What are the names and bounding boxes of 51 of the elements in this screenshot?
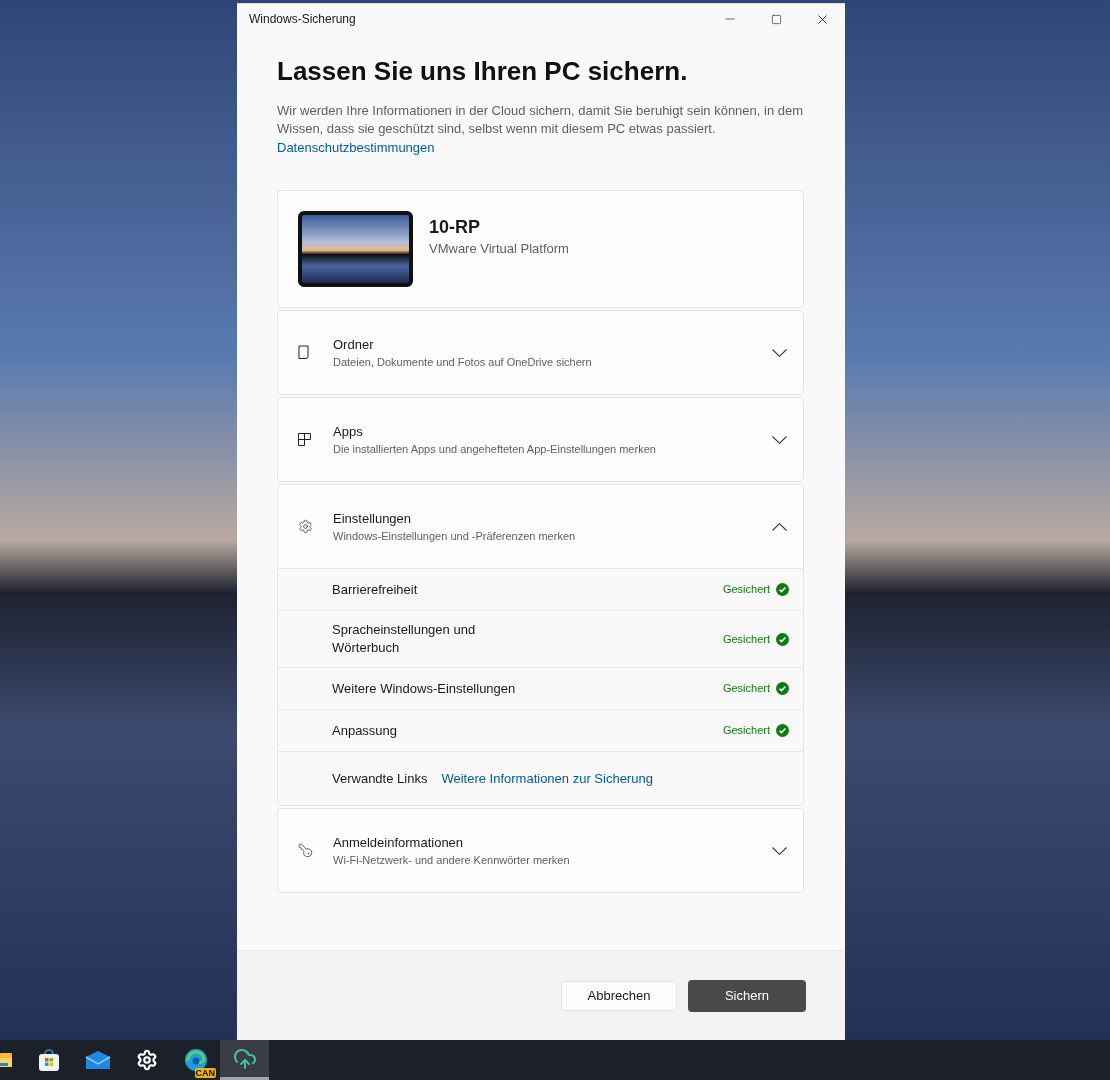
related-links-label: Verwandte Links: [332, 769, 428, 788]
taskbar-button[interactable]: CAN: [171, 1040, 220, 1080]
more-info-link[interactable]: Weitere Informationen zur Sicherung: [441, 768, 653, 789]
check-circle-icon: [776, 632, 789, 646]
check-circle-icon: [776, 583, 789, 596]
chevron-icon: [772, 846, 787, 855]
window-title: Windows-Sicherung: [249, 11, 357, 28]
section-title: Einstellungen: [333, 509, 413, 528]
section-title: Anmeldeinformationen: [333, 833, 465, 852]
section-subtitle: Dateien, Dokumente und Fotos auf OneDrive sichern: [333, 354, 593, 370]
device-name: 10-RP: [429, 216, 482, 239]
maximize-icon: [770, 13, 782, 25]
status-text: Gesichert: [722, 723, 770, 739]
save-button[interactable]: Sichern: [688, 979, 806, 1012]
device-model: VMware Virtual Platform: [429, 240, 569, 258]
section-subtitle: Die installierten Apps und angehefteten App-Einstellungen merken: [333, 441, 657, 457]
setting-label: Spracheinstellungen und Wörterbuch: [332, 621, 477, 657]
edge-badge: CAN: [194, 1068, 216, 1078]
settings-icon: [298, 519, 313, 534]
page-heading: Lassen Sie uns Ihren PC sichern.: [277, 55, 689, 88]
section-header[interactable]: Anmeldeinformationen Wi-Fi-Netzwerk- und andere Kennwörter merken: [278, 809, 803, 892]
browser-swirl-icon: [183, 1048, 208, 1072]
section-title: Ordner: [333, 335, 375, 354]
setting-label: Barrierefreiheit: [332, 580, 419, 599]
status-text: Gesichert: [722, 631, 770, 647]
mail-envelope-icon: [84, 1050, 111, 1070]
check-circle-icon: [776, 682, 789, 695]
status-text: Gesichert: [722, 681, 770, 697]
status-text: Gesichert: [722, 582, 770, 598]
key-icon: [298, 843, 313, 858]
section-subtitle: Wi-Fi-Netzwerk- und andere Kennwörter merken: [333, 852, 571, 868]
setting-label: Weitere Windows-Einstellungen: [332, 679, 517, 698]
section-header[interactable]: Einstellungen Windows-Einstellungen und -Präferenzen merken: [278, 485, 803, 568]
settings-icon: [135, 1049, 158, 1071]
store-bag-icon: [36, 1048, 61, 1072]
cloud-upload-icon: [232, 1046, 257, 1071]
privacy-link[interactable]: Datenschutzbestimmungen: [277, 138, 435, 158]
chevron-icon: [772, 348, 787, 357]
section-header[interactable]: Apps Die installierten Apps und angehefteten App-Einstellungen merken: [278, 398, 803, 481]
section-header[interactable]: Ordner Dateien, Dokumente und Fotos auf OneDrive sichern: [278, 311, 803, 394]
section-title: Apps: [333, 422, 364, 441]
setting-label: Anpassung: [332, 721, 399, 740]
section-subtitle: Windows-Einstellungen und -Präferenzen merken: [333, 528, 577, 544]
check-circle-icon: [776, 724, 789, 737]
description-text: Wir werden Ihre Informationen in der Cloud sichern, damit Sie beruhigt sein können, in dem Wissen, dass sie geschützt sind, selbst wenn mit diesem PC etwas passiert.: [277, 102, 805, 138]
chevron-icon: [772, 435, 787, 444]
folder-icon: [0, 1051, 12, 1069]
cancel-button[interactable]: Abbrechen: [561, 980, 677, 1011]
apps-icon: [298, 433, 311, 446]
chevron-icon: [772, 522, 787, 531]
document-icon: [298, 345, 310, 360]
